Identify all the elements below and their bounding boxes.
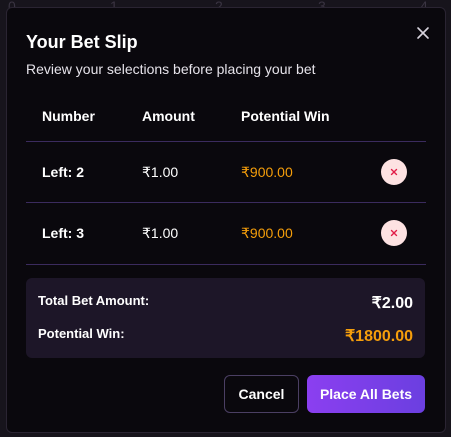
total-bet-value: ₹2.00	[371, 295, 413, 312]
table-divider	[26, 141, 426, 142]
potential-win-label: Potential Win:	[38, 326, 125, 341]
cell-number: Left: 2	[42, 164, 84, 180]
table-divider	[26, 202, 426, 203]
column-header-potential-win: Potential Win	[241, 108, 330, 124]
remove-bet-button[interactable]	[381, 220, 407, 246]
remove-bet-button[interactable]	[381, 159, 407, 185]
close-icon	[390, 168, 398, 176]
column-header-number: Number	[42, 108, 95, 124]
potential-win-value: ₹1800.00	[344, 328, 413, 345]
close-icon[interactable]	[415, 25, 431, 41]
modal-subtitle: Review your selections before placing yo…	[26, 61, 316, 77]
cell-potential-win: ₹900.00	[241, 225, 293, 241]
cancel-button[interactable]: Cancel	[224, 375, 299, 413]
cell-amount: ₹1.00	[142, 225, 179, 241]
table-divider	[26, 264, 426, 265]
bet-summary: Total Bet Amount: ₹2.00 Potential Win: ₹…	[26, 278, 425, 358]
cell-amount: ₹1.00	[142, 164, 179, 180]
total-bet-label: Total Bet Amount:	[38, 293, 150, 308]
cell-potential-win: ₹900.00	[241, 164, 293, 180]
close-icon	[390, 229, 398, 237]
column-header-amount: Amount	[142, 108, 195, 124]
modal-title: Your Bet Slip	[26, 32, 138, 52]
cell-number: Left: 3	[42, 225, 84, 241]
bet-slip-modal: Your Bet Slip Review your selections bef…	[6, 7, 446, 433]
place-all-bets-button[interactable]: Place All Bets	[307, 375, 425, 413]
